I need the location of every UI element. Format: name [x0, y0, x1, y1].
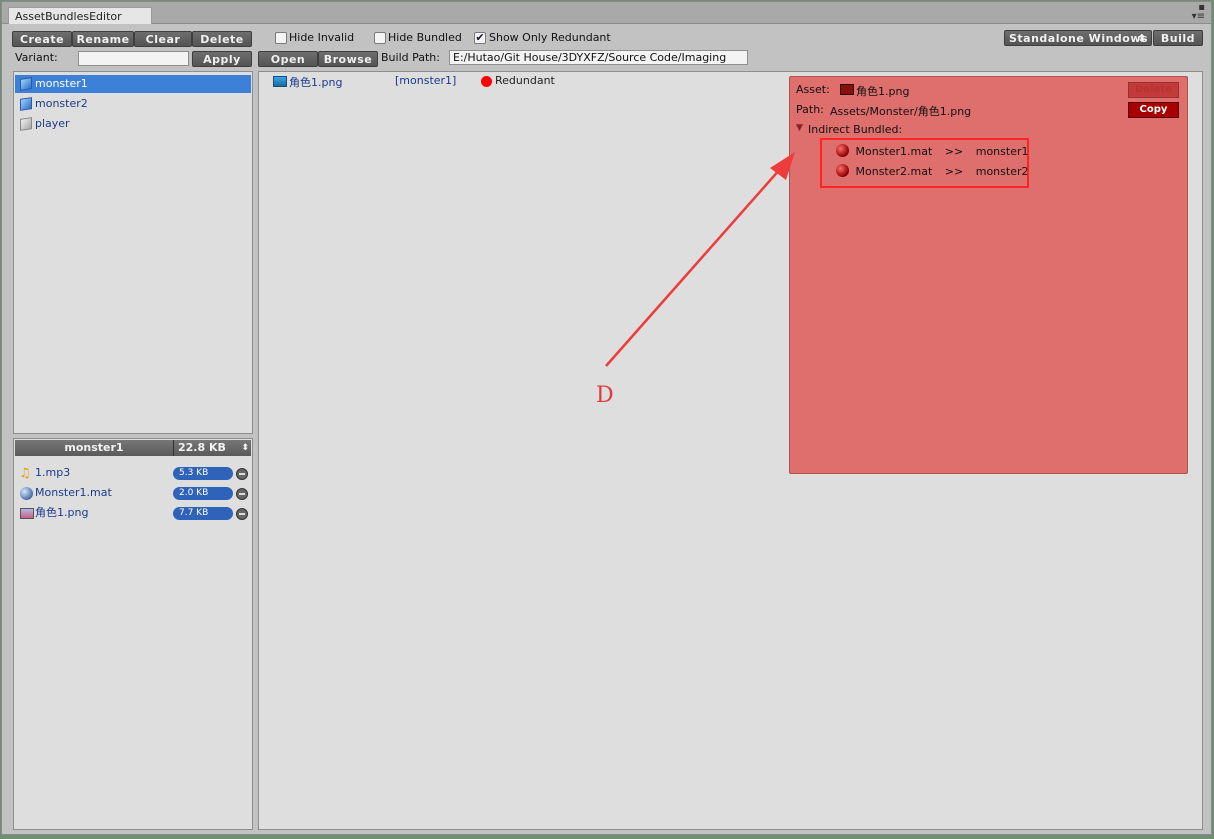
annotation-arrow-line — [605, 167, 782, 367]
annotation-overlay — [605, 152, 795, 367]
annotation-letter: D — [596, 383, 614, 408]
